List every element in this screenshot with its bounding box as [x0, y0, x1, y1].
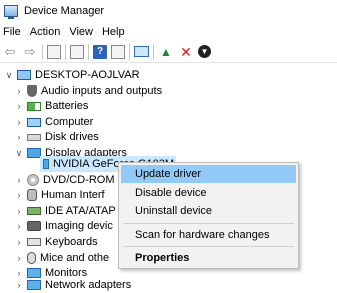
back-arrow-icon[interactable]: ⇦ [2, 44, 18, 60]
uninstall-icon[interactable]: ✕ [178, 44, 194, 60]
network-icon [27, 280, 41, 290]
tree-item-mice[interactable]: › Mice and othe [14, 250, 111, 266]
expand-caret-icon[interactable]: › [14, 101, 24, 111]
window-title: Device Manager [24, 5, 105, 17]
tree-item-imaging[interactable]: › Imaging devic [14, 218, 115, 234]
computer-icon [17, 70, 31, 80]
show-hide-icon[interactable] [70, 44, 84, 59]
tree-item-disk-drives[interactable]: › Disk drives [14, 129, 101, 145]
dvd-icon [27, 174, 39, 186]
toolbar-separator [129, 43, 130, 60]
update-driver-icon[interactable]: ▲ [158, 44, 174, 60]
toolbar: ⇦ ⇨ ? ▲ ✕ ▼ [0, 41, 337, 63]
expand-caret-icon[interactable]: › [14, 237, 24, 247]
expand-caret-icon[interactable]: › [14, 132, 24, 142]
menu-action[interactable]: Action [28, 26, 68, 38]
tree-item-label: Computer [45, 116, 94, 128]
context-menu: Update driver Disable device Uninstall d… [118, 162, 299, 269]
display-icon [43, 159, 49, 169]
forward-arrow-icon[interactable]: ⇨ [22, 44, 38, 60]
imaging-icon [27, 221, 41, 231]
menu-bar: File Action View Help [0, 22, 337, 41]
toolbar-separator [42, 43, 43, 60]
collapse-caret-icon[interactable]: ∨ [14, 148, 24, 159]
tree-item-network[interactable]: › Network adapters [14, 277, 133, 293]
ctx-disable-device[interactable]: Disable device [121, 184, 296, 202]
computer-icon [27, 117, 41, 127]
tree-item-label: Imaging devic [45, 220, 113, 232]
ide-icon [27, 207, 41, 215]
ctx-scan-hardware[interactable]: Scan for hardware changes [121, 226, 296, 244]
ctx-uninstall-device[interactable]: Uninstall device [121, 202, 296, 220]
tree-item-label: Mice and othe [40, 252, 110, 264]
display-icon [27, 148, 41, 158]
hid-icon [27, 189, 37, 201]
expand-caret-icon[interactable]: › [14, 190, 24, 200]
ctx-properties[interactable]: Properties [121, 249, 296, 267]
context-menu-separator [123, 223, 294, 224]
mice-icon [27, 252, 36, 264]
menu-file[interactable]: File [0, 26, 28, 38]
tree-item-ide[interactable]: › IDE ATA/ATAP [14, 203, 118, 219]
monitor-icon[interactable] [134, 46, 149, 57]
tree-item-label: Disk drives [45, 131, 99, 143]
tree-root[interactable]: ∨ DESKTOP-AOJLVAR [4, 67, 142, 83]
tree-item-dvd[interactable]: › DVD/CD-ROM [14, 172, 117, 188]
scan-icon[interactable]: ▼ [198, 45, 211, 58]
tree-item-keyboards[interactable]: › Keyboards [14, 234, 100, 250]
help-icon[interactable]: ? [93, 44, 107, 59]
audio-icon [27, 85, 37, 97]
expand-caret-icon[interactable]: › [14, 117, 24, 127]
tree-item-label: Keyboards [45, 236, 98, 248]
tree-item-computer[interactable]: › Computer [14, 114, 95, 130]
device-manager-icon [4, 5, 18, 19]
disk-icon [27, 133, 41, 141]
tree-root-label: DESKTOP-AOJLVAR [35, 69, 140, 81]
battery-icon [27, 101, 41, 111]
tree-item-label: DVD/CD-ROM [43, 174, 115, 186]
expand-caret-icon[interactable]: › [14, 175, 24, 185]
properties-icon[interactable] [47, 44, 61, 59]
expand-caret-icon[interactable]: › [14, 280, 24, 290]
expand-caret-icon[interactable]: › [14, 221, 24, 231]
tree-item-label: Audio inputs and outputs [41, 85, 163, 97]
context-menu-separator [123, 246, 294, 247]
expand-caret-icon[interactable]: › [14, 86, 24, 96]
collapse-caret-icon[interactable]: ∨ [4, 70, 14, 81]
keyboard-icon [27, 238, 41, 246]
menu-view[interactable]: View [67, 26, 100, 38]
toolbar-separator [153, 43, 154, 60]
expand-caret-icon[interactable]: › [14, 253, 24, 263]
toolbar-separator [88, 43, 89, 60]
tree-item-batteries[interactable]: › Batteries [14, 98, 90, 114]
tree-item-label: IDE ATA/ATAP [45, 205, 116, 217]
expand-caret-icon[interactable]: › [14, 206, 24, 216]
tree-item-label: Batteries [45, 100, 89, 112]
title-bar: Device Manager [0, 0, 337, 22]
ctx-update-driver[interactable]: Update driver [121, 165, 296, 183]
console-tree-icon[interactable] [111, 44, 125, 59]
toolbar-separator [65, 43, 66, 60]
menu-help[interactable]: Help [100, 26, 132, 38]
tree-item-hid[interactable]: › Human Interf [14, 187, 107, 203]
tree-item-audio[interactable]: › Audio inputs and outputs [14, 83, 164, 99]
tree-item-label: Human Interf [41, 189, 105, 201]
tree-item-label: Network adapters [45, 279, 132, 291]
